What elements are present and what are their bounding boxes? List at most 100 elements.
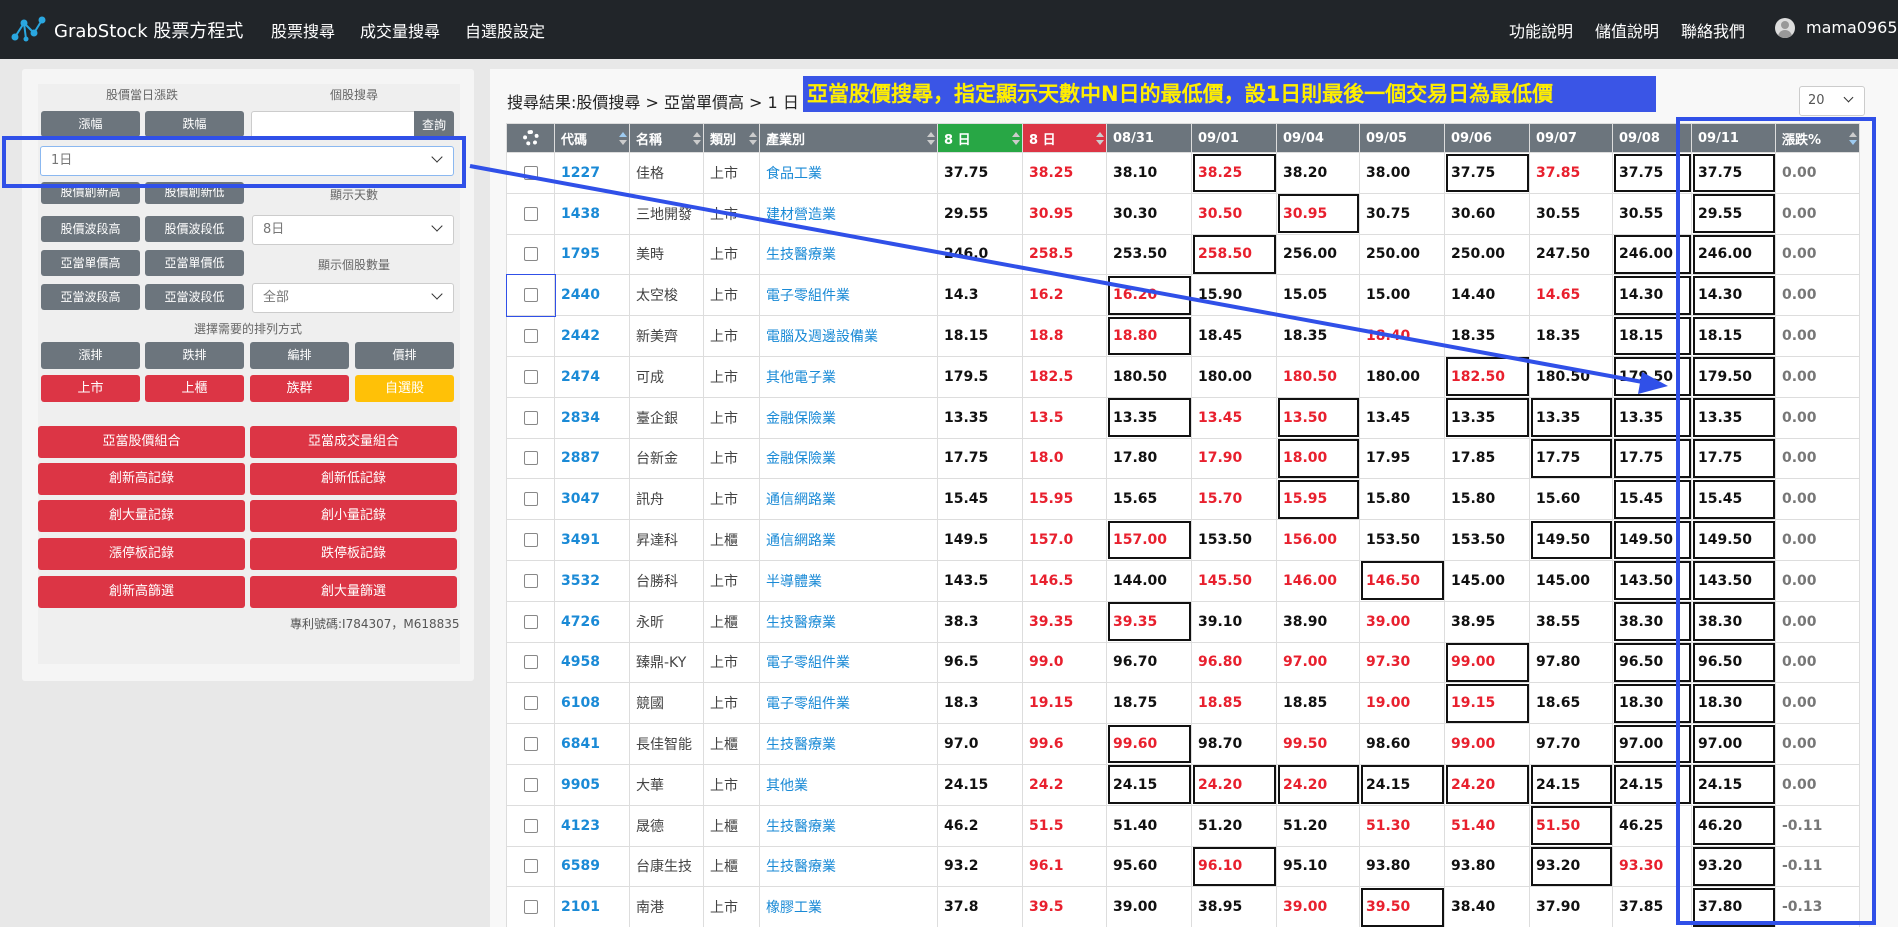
row-checkbox[interactable] <box>523 165 538 180</box>
nav-contact-us[interactable]: 聯絡我們 <box>1681 18 1745 42</box>
row-checkbox[interactable] <box>523 573 538 588</box>
row-checkbox[interactable] <box>523 451 538 466</box>
industry-link[interactable]: 生技醫療業 <box>759 600 938 643</box>
row-select-cell[interactable] <box>506 804 555 847</box>
row-select-cell[interactable] <box>506 559 555 602</box>
stock-code-link[interactable]: 4726 <box>554 600 630 643</box>
stock-code-link[interactable]: 2101 <box>554 886 630 927</box>
row-checkbox[interactable] <box>523 818 538 833</box>
table-row[interactable]: 6841 長佳智能 上櫃 生技醫療業 97.0 99.6 99.60 98.70 99.50 98… <box>506 723 1860 765</box>
adam-wave-high-button[interactable]: 亞當波段高 <box>41 284 140 310</box>
industry-link[interactable]: 電子零組件業 <box>759 274 938 317</box>
industry-link[interactable]: 生技醫療業 <box>759 845 938 888</box>
row-select-cell[interactable] <box>506 519 555 561</box>
display-days-select[interactable]: 8日 <box>252 215 454 245</box>
col-market[interactable]: 類別 <box>703 123 760 153</box>
stock-code-link[interactable]: 4958 <box>554 641 630 684</box>
industry-link[interactable]: 生技醫療業 <box>759 804 938 847</box>
row-select-cell[interactable] <box>506 192 555 235</box>
stock-code-link[interactable]: 2834 <box>554 396 630 439</box>
table-row[interactable]: 2442 新美齊 上市 電腦及週邊設備業 18.15 18.8 18.80 18.45 18.3… <box>506 315 1860 357</box>
row-checkbox[interactable] <box>523 247 538 262</box>
stock-code-link[interactable]: 6841 <box>554 723 630 765</box>
table-row[interactable]: 3047 訊舟 上市 通信網路業 15.45 15.95 15.65 15.70 15.95 15… <box>506 478 1860 521</box>
col-industry[interactable]: 產業別 <box>759 123 938 153</box>
stock-code-link[interactable]: 2442 <box>554 315 630 357</box>
settings-header[interactable] <box>506 123 555 153</box>
table-row[interactable]: 2474 可成 上市 其他電子業 179.5 182.5 180.50 180.00 180.5… <box>506 355 1860 398</box>
stock-code-link[interactable]: 3491 <box>554 519 630 561</box>
stock-code-link[interactable]: 2474 <box>554 355 630 398</box>
row-checkbox[interactable] <box>523 900 538 915</box>
stock-code-link[interactable]: 4123 <box>554 804 630 847</box>
row-checkbox[interactable] <box>523 655 538 670</box>
stock-code-link[interactable]: 1227 <box>554 152 630 194</box>
industry-link[interactable]: 生技醫療業 <box>759 723 938 765</box>
table-row[interactable]: 2101 南港 上市 橡膠工業 37.8 39.5 39.00 38.95 39.00 39.50… <box>506 886 1860 927</box>
table-row[interactable]: 2834 臺企銀 上市 金融保險業 13.35 13.5 13.35 13.45 13.50 13… <box>506 396 1860 439</box>
grabstock-logo-icon[interactable] <box>10 15 46 43</box>
stock-count-select[interactable]: 全部 <box>252 283 454 313</box>
table-row[interactable]: 2440 太空梭 上市 電子零組件業 14.3 16.2 16.20 15.90 15.05 15… <box>505 273 1860 317</box>
new-low-record-button[interactable]: 創新低記錄 <box>250 463 457 495</box>
row-checkbox[interactable] <box>523 614 538 629</box>
row-select-cell[interactable] <box>506 355 555 398</box>
industry-link[interactable]: 食品工業 <box>759 152 938 194</box>
industry-link[interactable]: 生技醫療業 <box>759 233 938 276</box>
fall-button[interactable]: 跌幅 <box>145 111 244 137</box>
stock-code-link[interactable]: 3532 <box>554 559 630 602</box>
col-8day-low[interactable]: 8 日 <box>937 123 1023 153</box>
adam-single-low-button[interactable]: 亞當單價低 <box>145 250 244 276</box>
industry-link[interactable]: 其他電子業 <box>759 355 938 398</box>
table-row[interactable]: 9905 大華 上市 其他業 24.15 24.2 24.15 24.20 24.20 24.15… <box>506 763 1860 806</box>
row-checkbox[interactable] <box>523 492 538 507</box>
user-name[interactable]: mama0965 <box>1806 18 1898 37</box>
stock-code-link[interactable]: 6108 <box>554 682 630 725</box>
row-select-cell[interactable] <box>506 763 555 806</box>
adam-wave-low-button[interactable]: 亞當波段低 <box>145 284 244 310</box>
table-row[interactable]: 4123 晟德 上櫃 生技醫療業 46.2 51.5 51.40 51.20 51.20 51.3… <box>506 804 1860 847</box>
stock-code-link[interactable]: 1795 <box>554 233 630 276</box>
query-button[interactable]: 查詢 <box>414 111 454 139</box>
market-otc-button[interactable]: 上櫃 <box>145 375 244 402</box>
industry-link[interactable]: 金融保險業 <box>759 437 938 480</box>
wave-high-button[interactable]: 股價波段高 <box>41 216 140 242</box>
row-checkbox[interactable] <box>523 369 538 384</box>
table-row[interactable]: 1795 美時 上市 生技醫療業 246.0 258.5 253.50 258.50 256.0… <box>506 233 1860 276</box>
industry-link[interactable]: 電子零組件業 <box>759 682 938 725</box>
market-watchlist-button[interactable]: 自選股 <box>355 375 454 402</box>
industry-link[interactable]: 其他業 <box>759 763 938 806</box>
adam-price-combo-button[interactable]: 亞當股價組合 <box>38 426 245 458</box>
stock-code-link[interactable]: 3047 <box>554 478 630 521</box>
row-select-cell[interactable] <box>506 845 555 888</box>
industry-link[interactable]: 橡膠工業 <box>759 886 938 927</box>
sort-rise-button[interactable]: 漲排 <box>41 342 140 369</box>
big-volume-record-button[interactable]: 創大量記錄 <box>38 500 245 532</box>
col-8day-high[interactable]: 8 日 <box>1022 123 1107 153</box>
row-select-cell[interactable] <box>505 273 556 317</box>
nav-volume-search[interactable]: 成交量搜尋 <box>360 18 440 42</box>
limit-up-record-button[interactable]: 漲停板記錄 <box>38 538 245 570</box>
row-checkbox[interactable] <box>523 206 538 221</box>
brand-title[interactable]: GrabStock 股票方程式 <box>54 17 243 43</box>
stock-code-link[interactable]: 2887 <box>554 437 630 480</box>
industry-link[interactable]: 電子零組件業 <box>759 641 938 684</box>
sort-price-button[interactable]: 價排 <box>355 342 454 369</box>
gear-icon[interactable] <box>522 130 539 146</box>
row-select-cell[interactable] <box>506 723 555 765</box>
row-select-cell[interactable] <box>506 886 555 927</box>
industry-link[interactable]: 通信網路業 <box>759 519 938 561</box>
industry-link[interactable]: 半導體業 <box>759 559 938 602</box>
small-volume-record-button[interactable]: 創小量記錄 <box>250 500 457 532</box>
row-select-cell[interactable] <box>506 315 555 357</box>
nav-feature-help[interactable]: 功能說明 <box>1509 18 1573 42</box>
nav-topup-help[interactable]: 儲值說明 <box>1595 18 1659 42</box>
row-select-cell[interactable] <box>506 396 555 439</box>
user-avatar-icon[interactable] <box>1775 18 1795 38</box>
rise-button[interactable]: 漲幅 <box>41 111 140 137</box>
row-checkbox[interactable] <box>523 410 538 425</box>
row-select-cell[interactable] <box>506 682 555 725</box>
row-select-cell[interactable] <box>506 233 555 276</box>
new-high-filter-button[interactable]: 創新高篩選 <box>38 576 245 608</box>
nav-stock-search[interactable]: 股票搜尋 <box>271 18 335 42</box>
